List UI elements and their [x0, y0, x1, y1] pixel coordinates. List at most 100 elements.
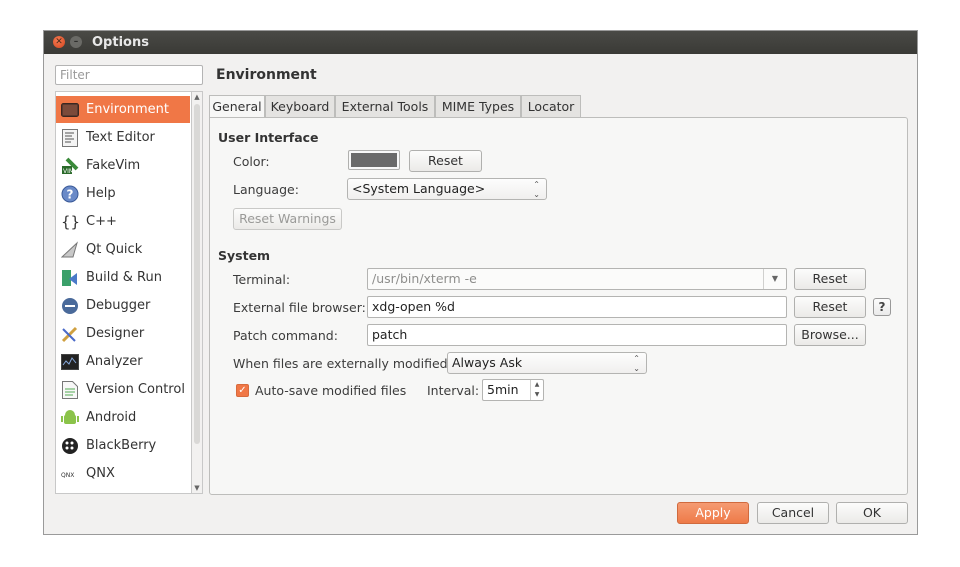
sidebar-item-android[interactable]: Android	[56, 404, 190, 431]
title-bar: ✕ – Options	[44, 31, 917, 54]
sidebar-item-blackberry[interactable]: BlackBerry	[56, 432, 190, 459]
terminal-label: Terminal:	[233, 272, 291, 287]
external-modified-select[interactable]: Always Ask ⌃ ⌄	[447, 352, 647, 374]
sidebar-item-partial[interactable]	[56, 488, 190, 494]
svg-text:{}: {}	[61, 213, 79, 231]
help-button[interactable]: ?	[873, 298, 891, 316]
file-browser-input[interactable]: xdg-open %d	[367, 296, 787, 318]
sidebar-item-cpp[interactable]: {} C++	[56, 208, 190, 235]
patch-command-label: Patch command:	[233, 328, 338, 343]
sidebar-item-qnx[interactable]: QNX QNX	[56, 460, 190, 487]
color-label: Color:	[233, 154, 270, 169]
close-icon[interactable]: ✕	[53, 36, 65, 48]
language-label: Language:	[233, 182, 299, 197]
debugger-icon	[60, 296, 80, 316]
sidebar-item-build-run[interactable]: Build & Run	[56, 264, 190, 291]
svg-text:QNX: QNX	[61, 472, 74, 479]
scroll-thumb[interactable]	[194, 104, 200, 444]
terminal-combo[interactable]: /usr/bin/xterm -e ▼	[367, 268, 787, 290]
qnx-icon: QNX	[60, 464, 80, 484]
sidebar-item-analyzer[interactable]: Analyzer	[56, 348, 190, 375]
cancel-button[interactable]: Cancel	[757, 502, 829, 524]
analyzer-icon	[60, 352, 80, 372]
cpp-icon: {}	[60, 212, 80, 232]
category-list: Environment Text Editor VIM FakeVim? Help {} C…	[55, 91, 203, 494]
minimize-icon[interactable]: –	[70, 36, 82, 48]
general-panel: User Interface Color: Reset Language: <S…	[209, 117, 908, 495]
sidebar-item-label: Environment	[86, 102, 170, 117]
sidebar-item-text-editor[interactable]: Text Editor	[56, 124, 190, 151]
sidebar-item-designer[interactable]: Designer	[56, 320, 190, 347]
interval-value: 5min	[487, 382, 519, 397]
file-browser-label: External file browser:	[233, 300, 366, 315]
file-browser-reset-button[interactable]: Reset	[794, 296, 866, 318]
autosave-label[interactable]: Auto-save modified files	[255, 383, 406, 398]
svg-text:?: ?	[67, 187, 74, 201]
sidebar-item-label: Qt Quick	[86, 242, 143, 257]
version-control-icon	[60, 380, 80, 400]
color-reset-button[interactable]: Reset	[409, 150, 482, 172]
tab-external-tools[interactable]: External Tools	[335, 95, 435, 117]
browse-button[interactable]: Browse...	[794, 324, 866, 346]
tab-keyboard[interactable]: Keyboard	[265, 95, 335, 117]
interval-spinbox[interactable]: 5min ▲ ▼	[482, 379, 544, 401]
interval-label: Interval:	[427, 383, 480, 398]
page-title: Environment	[216, 67, 317, 83]
sidebar-item-label: Version Control	[86, 382, 185, 397]
reset-warnings-button[interactable]: Reset Warnings	[233, 208, 342, 230]
sidebar-item-label: Android	[86, 410, 137, 425]
system-heading: System	[218, 248, 271, 263]
spinner-arrows-icon: ⌃ ⌄	[633, 354, 640, 373]
sidebar-item-qt-quick[interactable]: Qt Quick	[56, 236, 190, 263]
external-modified-value: Always Ask	[452, 355, 523, 370]
color-swatch[interactable]	[348, 150, 400, 170]
tab-general[interactable]: General	[209, 95, 265, 118]
designer-icon	[60, 324, 80, 344]
scroll-down-icon[interactable]: ▼	[192, 484, 202, 492]
sidebar-item-label: BlackBerry	[86, 438, 157, 453]
sidebar-item-debugger[interactable]: Debugger	[56, 292, 190, 319]
sidebar-item-label: C++	[86, 214, 117, 229]
sidebar-item-label: Build & Run	[86, 270, 162, 285]
options-dialog: ✕ – Options Environment Text Editor VIM Fak…	[43, 30, 918, 535]
svg-text:VIM: VIM	[63, 168, 74, 175]
text-editor-icon	[60, 128, 80, 148]
android-icon	[60, 408, 80, 428]
fakevim-icon: VIM	[60, 156, 80, 176]
sidebar-item-label: Text Editor	[86, 130, 155, 145]
sidebar-item-label: Help	[86, 186, 116, 201]
ok-button[interactable]: OK	[836, 502, 908, 524]
sidebar-item-fakevim[interactable]: VIM FakeVim	[56, 152, 190, 179]
sidebar-item-label: FakeVim	[86, 158, 141, 173]
scroll-up-icon[interactable]: ▲	[192, 93, 202, 101]
sidebar-item-help[interactable]: ? Help	[56, 180, 190, 207]
language-value: <System Language>	[352, 181, 486, 196]
spinner-arrows-icon: ⌃ ⌄	[533, 180, 540, 199]
sidebar-item-version-control[interactable]: Version Control	[56, 376, 190, 403]
qt-quick-icon	[60, 240, 80, 260]
patch-command-input[interactable]: patch	[367, 324, 787, 346]
blackberry-icon	[60, 436, 80, 456]
terminal-value: /usr/bin/xterm -e	[372, 271, 477, 286]
autosave-checkbox[interactable]: ✓	[236, 384, 249, 397]
filter-input[interactable]	[55, 65, 203, 85]
apply-button[interactable]: Apply	[677, 502, 749, 524]
device-icon	[60, 492, 80, 494]
terminal-reset-button[interactable]: Reset	[794, 268, 866, 290]
sidebar-item-label: Designer	[86, 326, 145, 341]
language-select[interactable]: <System Language> ⌃ ⌄	[347, 178, 547, 200]
tab-mime-types[interactable]: MIME Types	[435, 95, 521, 117]
sidebar-item-environment[interactable]: Environment	[56, 96, 190, 123]
sidebar-item-label: Debugger	[86, 298, 151, 313]
environment-icon	[60, 100, 80, 120]
external-modified-label: When files are externally modified:	[233, 356, 452, 371]
tab-locator[interactable]: Locator	[521, 95, 581, 117]
build-run-icon	[60, 268, 80, 288]
user-interface-heading: User Interface	[218, 130, 319, 145]
dropdown-arrow-icon[interactable]: ▼	[763, 269, 786, 289]
spinner-arrows-icon[interactable]: ▲ ▼	[530, 380, 543, 400]
sidebar-item-label: Analyzer	[86, 354, 143, 369]
sidebar-item-label: QNX	[86, 466, 115, 481]
category-scrollbar[interactable]: ▲ ▼	[191, 91, 203, 494]
help-icon: ?	[60, 184, 80, 204]
